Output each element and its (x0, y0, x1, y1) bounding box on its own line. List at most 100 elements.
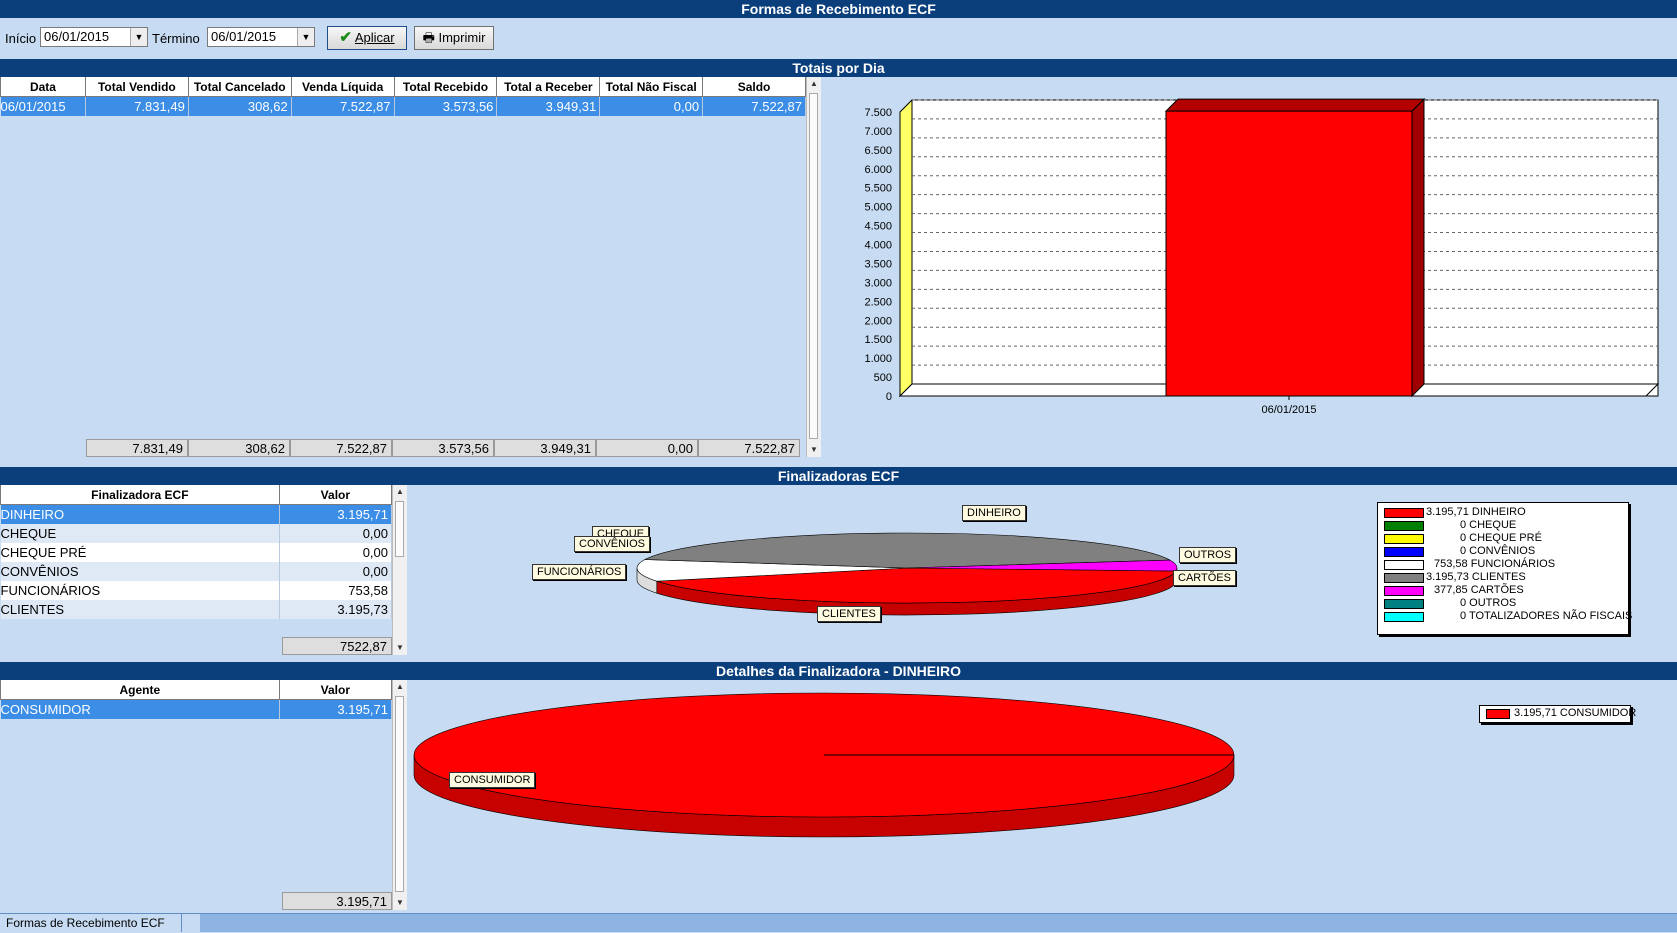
cell-finalizadora: DINHEIRO (0, 504, 280, 524)
legend-item: 0 CHEQUE (1378, 519, 1628, 532)
detalhes-legend: 3.195,71 CONSUMIDOR (1479, 705, 1637, 723)
detalhes-scrollbar[interactable]: ▲ ▼ (392, 680, 407, 910)
cell-total-nao-fiscal: 0,00 (599, 96, 704, 116)
chevron-down-icon[interactable]: ▼ (297, 28, 314, 46)
legend-swatch (1384, 521, 1424, 531)
footer-saldo: 7.522,87 (698, 439, 800, 457)
table-row[interactable]: CONSUMIDOR 3.195,71 (0, 699, 393, 719)
legend-swatch (1486, 709, 1510, 719)
legend-label: 753,58 FUNCIONÁRIOS (1434, 558, 1556, 570)
totais-scrollbar[interactable]: ▲ ▼ (806, 77, 821, 457)
col-data[interactable]: Data (0, 77, 86, 97)
cell-total-a-receber: 3.949,31 (496, 96, 601, 116)
legend-swatch (1384, 534, 1424, 544)
col-total-cancelado[interactable]: Total Cancelado (187, 77, 292, 97)
termino-date-input[interactable]: 06/01/2015 ▼ (207, 27, 315, 47)
cell-total-recebido: 3.573,56 (394, 96, 498, 116)
finalizadoras-footer-total: 7522,87 (282, 637, 392, 655)
legend-item: 0 CONVÊNIOS (1378, 545, 1628, 558)
scroll-thumb[interactable] (395, 696, 404, 892)
col-total-vendido[interactable]: Total Vendido (84, 77, 189, 97)
y-tick-label: 4.500 (864, 221, 892, 233)
y-tick-label: 1.500 (864, 334, 892, 346)
chevron-down-icon[interactable]: ▼ (393, 641, 407, 655)
aplicar-button[interactable]: ✔ Aplicar (327, 26, 407, 50)
table-row[interactable]: 06/01/2015 7.831,49 308,62 7.522,87 3.57… (0, 96, 806, 116)
legend-item: 0 TOTALIZADORES NÃO FISCAIS (1378, 610, 1633, 623)
aplicar-label: Aplicar (354, 30, 395, 45)
legend-label: 0 CONVÊNIOS (1460, 545, 1536, 557)
footer-total-recebido: 3.573,56 (392, 439, 494, 457)
chevron-up-icon[interactable]: ▲ (393, 680, 407, 694)
totais-grid-panel: Data Total Vendido Total Cancelado Venda… (0, 77, 821, 459)
table-row[interactable]: CONVÊNIOS 0,00 (0, 562, 393, 581)
table-row[interactable]: DINHEIRO 3.195,71 (0, 504, 393, 524)
cell-finalizadora: CLIENTES (0, 600, 280, 619)
legend-label: 0 TOTALIZADORES NÃO FISCAIS (1460, 610, 1633, 622)
detalhes-chart-panel: CONSUMIDOR 3.195,71 CONSUMIDOR (412, 680, 1677, 912)
y-tick-label: 4.000 (864, 240, 892, 252)
bar (1165, 110, 1413, 397)
y-tick-label: 5.000 (864, 202, 892, 214)
inicio-date-value: 06/01/2015 (44, 29, 110, 44)
totais-table: Data Total Vendido Total Cancelado Venda… (0, 77, 806, 116)
legend-item: 0 CHEQUE PRÉ (1378, 532, 1628, 545)
footer-venda-liquida: 7.522,87 (290, 439, 392, 457)
footer-total-vendido: 7.831,49 (86, 439, 188, 457)
legend-label: 3.195,71 DINHEIRO (1426, 506, 1526, 518)
detalhes-title: Detalhes da Finalizadora - DINHEIRO (0, 662, 1677, 680)
totais-title: Totais por Dia (0, 59, 1677, 77)
y-tick-label: 7.000 (864, 126, 892, 138)
legend-label: 3.195,71 CONSUMIDOR (1514, 707, 1637, 719)
scroll-thumb[interactable] (395, 501, 404, 557)
scroll-thumb[interactable] (809, 93, 818, 439)
col-valor[interactable]: Valor (278, 485, 393, 505)
table-row[interactable]: CLIENTES 3.195,73 (0, 600, 393, 619)
finalizadoras-scrollbar[interactable]: ▲ ▼ (392, 485, 407, 655)
table-row[interactable]: FUNCIONÁRIOS 753,58 (0, 581, 393, 600)
table-row[interactable]: CHEQUE 0,00 (0, 524, 393, 543)
chevron-up-icon[interactable]: ▲ (807, 77, 821, 91)
bar-top (1164, 98, 1426, 112)
cell-finalizadora: FUNCIONÁRIOS (0, 581, 280, 600)
col-venda-liquida[interactable]: Venda Líquida (290, 77, 395, 97)
cell-valor: 0,00 (279, 543, 393, 562)
chevron-down-icon[interactable]: ▼ (130, 28, 147, 46)
y-tick-label: 3.500 (864, 258, 892, 270)
totais-chart-panel: 0 500 1.000 1.500 2.000 2.500 3.000 3.500 4.000 4… (822, 77, 1677, 459)
legend-label: 0 CHEQUE PRÉ (1460, 532, 1542, 544)
col-total-recebido[interactable]: Total Recebido (393, 77, 498, 97)
col-finalizadora[interactable]: Finalizadora ECF (0, 485, 280, 505)
legend-label: 0 OUTROS (1460, 597, 1517, 609)
cell-total-vendido: 7.831,49 (85, 96, 189, 116)
chevron-down-icon[interactable]: ▼ (393, 896, 407, 910)
col-total-a-receber[interactable]: Total a Receber (496, 77, 601, 97)
tab-formas-recebimento[interactable]: Formas de Recebimento ECF (0, 914, 182, 932)
col-valor[interactable]: Valor (278, 680, 393, 700)
col-agente[interactable]: Agente (0, 680, 280, 700)
chevron-down-icon[interactable]: ▼ (807, 443, 821, 457)
detalhes-grid-panel: Agente Valor CONSUMIDOR 3.195,71 3.195,71… (0, 680, 410, 912)
cell-valor: 3.195,71 (279, 699, 393, 719)
chevron-up-icon[interactable]: ▲ (393, 485, 407, 499)
pie-label-outros: OUTROS (1179, 547, 1237, 563)
legend-item: 3.195,73 CLIENTES (1378, 571, 1628, 584)
table-row[interactable]: CHEQUE PRÉ 0,00 (0, 543, 393, 562)
cell-finalizadora: CHEQUE PRÉ (0, 543, 280, 562)
legend-swatch (1384, 599, 1424, 609)
pie-label-dinheiro: DINHEIRO (962, 505, 1026, 521)
inicio-date-input[interactable]: 06/01/2015 ▼ (40, 27, 148, 47)
legend-swatch (1384, 547, 1424, 557)
cell-valor: 0,00 (279, 524, 393, 543)
cell-data: 06/01/2015 (0, 96, 86, 116)
legend-label: 377,85 CARTÕES (1434, 584, 1524, 596)
check-icon: ✔ (339, 29, 352, 46)
legend-swatch (1384, 508, 1424, 518)
legend-swatch (1384, 586, 1424, 596)
imprimir-button[interactable]: 🖶 Imprimir (414, 26, 494, 50)
col-saldo[interactable]: Saldo (702, 77, 806, 97)
y-tick-label: 1.000 (864, 353, 892, 365)
cell-saldo: 7.522,87 (702, 96, 806, 116)
x-tick-label: 06/01/2015 (1261, 404, 1316, 416)
col-total-nao-fiscal[interactable]: Total Não Fiscal (599, 77, 704, 97)
